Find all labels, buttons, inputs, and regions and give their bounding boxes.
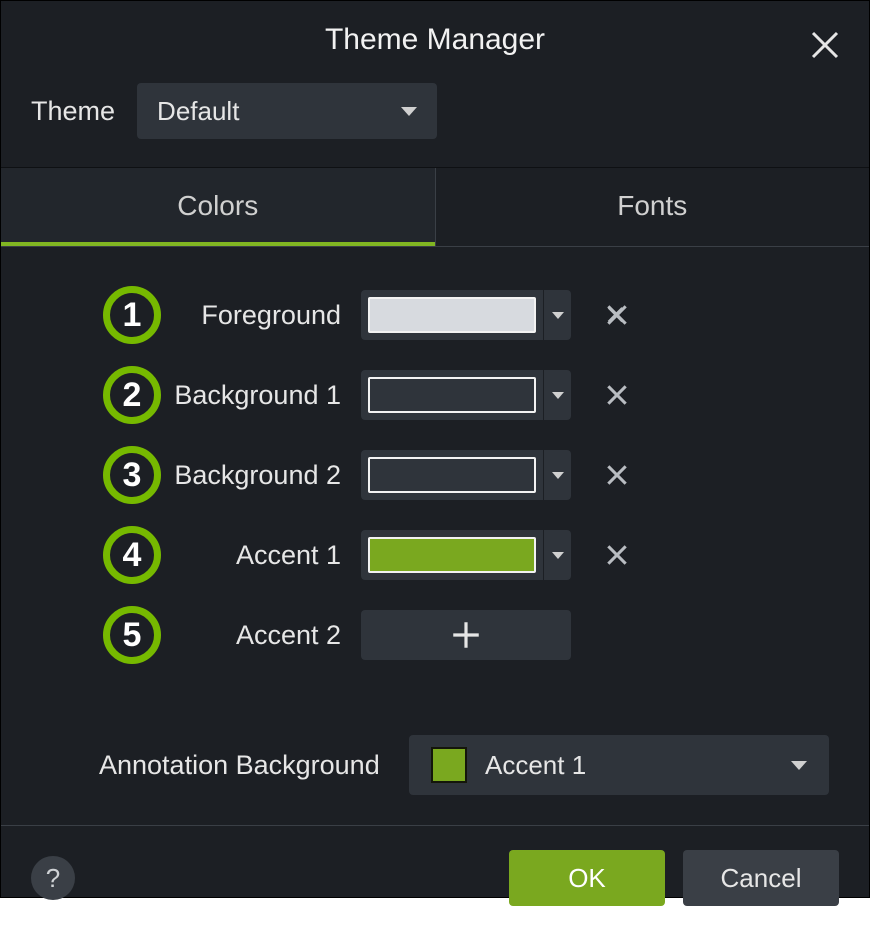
remove-color-button[interactable] bbox=[601, 379, 633, 411]
color-row-accent-1: 4 Accent 1 bbox=[21, 515, 849, 595]
color-swatch-picker[interactable] bbox=[361, 530, 571, 580]
color-swatch bbox=[368, 377, 536, 413]
chevron-down-icon bbox=[552, 472, 564, 479]
theme-select-value: Default bbox=[157, 96, 239, 127]
swatch-dropdown-button[interactable] bbox=[543, 370, 571, 420]
theme-select[interactable]: Default bbox=[137, 83, 437, 139]
color-label: Foreground bbox=[161, 300, 361, 331]
row-number-badge: 5 bbox=[103, 606, 161, 664]
color-swatch-picker[interactable] bbox=[361, 290, 571, 340]
swatch-dropdown-button[interactable] bbox=[543, 290, 571, 340]
color-swatch bbox=[368, 537, 536, 573]
close-button[interactable] bbox=[809, 29, 841, 61]
chevron-down-icon bbox=[552, 552, 564, 559]
tab-colors[interactable]: Colors bbox=[1, 168, 435, 246]
color-row-accent-2: 5 Accent 2 bbox=[21, 595, 849, 675]
color-label: Accent 2 bbox=[161, 620, 361, 651]
help-icon: ? bbox=[46, 863, 60, 894]
chevron-down-icon bbox=[791, 761, 807, 770]
remove-color-button[interactable] bbox=[601, 539, 633, 571]
remove-icon bbox=[604, 542, 630, 568]
remove-color-button[interactable] bbox=[601, 459, 633, 491]
plus-icon bbox=[449, 618, 483, 652]
annotation-swatch bbox=[431, 747, 467, 783]
theme-label: Theme bbox=[31, 96, 115, 127]
row-number-badge: 1 bbox=[103, 286, 161, 344]
color-swatch-picker[interactable] bbox=[361, 450, 571, 500]
tab-fonts[interactable]: Fonts bbox=[436, 168, 870, 246]
remove-icon bbox=[604, 462, 630, 488]
color-label: Background 2 bbox=[161, 460, 361, 491]
row-number-badge: 2 bbox=[103, 366, 161, 424]
chevron-down-icon bbox=[401, 107, 417, 116]
row-number-badge: 3 bbox=[103, 446, 161, 504]
close-icon bbox=[809, 29, 841, 61]
annotation-background-label: Annotation Background bbox=[99, 750, 409, 781]
add-color-button[interactable] bbox=[361, 610, 571, 660]
colors-panel: 1 Foreground 2 Background 1 bbox=[1, 247, 869, 695]
annotation-background-select[interactable]: Accent 1 bbox=[409, 735, 829, 795]
color-row-background-1: 2 Background 1 bbox=[21, 355, 849, 435]
remove-icon bbox=[604, 302, 630, 328]
annotation-background-row: Annotation Background Accent 1 bbox=[1, 709, 869, 826]
ok-button-label: OK bbox=[568, 863, 606, 894]
chevron-down-icon bbox=[552, 312, 564, 319]
swatch-dropdown-button[interactable] bbox=[543, 450, 571, 500]
tab-bar: Colors Fonts bbox=[1, 167, 869, 247]
color-label: Accent 1 bbox=[161, 540, 361, 571]
remove-color-button[interactable] bbox=[601, 299, 633, 331]
tab-colors-label: Colors bbox=[177, 190, 258, 221]
color-row-foreground: 1 Foreground bbox=[21, 275, 849, 355]
swatch-dropdown-button[interactable] bbox=[543, 530, 571, 580]
dialog-title: Theme Manager bbox=[325, 23, 545, 57]
annotation-select-value: Accent 1 bbox=[485, 750, 773, 781]
theme-manager-dialog: Theme Manager Theme Default Colors Fonts… bbox=[0, 0, 870, 898]
color-row-background-2: 3 Background 2 bbox=[21, 435, 849, 515]
chevron-down-icon bbox=[552, 392, 564, 399]
cancel-button-label: Cancel bbox=[721, 863, 802, 894]
row-number-badge: 4 bbox=[103, 526, 161, 584]
remove-icon bbox=[604, 382, 630, 408]
theme-row: Theme Default bbox=[1, 83, 869, 167]
color-swatch bbox=[368, 457, 536, 493]
dialog-titlebar: Theme Manager bbox=[1, 1, 869, 83]
tab-fonts-label: Fonts bbox=[617, 190, 687, 221]
color-swatch-picker[interactable] bbox=[361, 370, 571, 420]
help-button[interactable]: ? bbox=[31, 856, 75, 900]
color-label: Background 1 bbox=[161, 380, 361, 411]
color-swatch bbox=[368, 297, 536, 333]
dialog-footer: ? OK Cancel bbox=[1, 826, 869, 932]
